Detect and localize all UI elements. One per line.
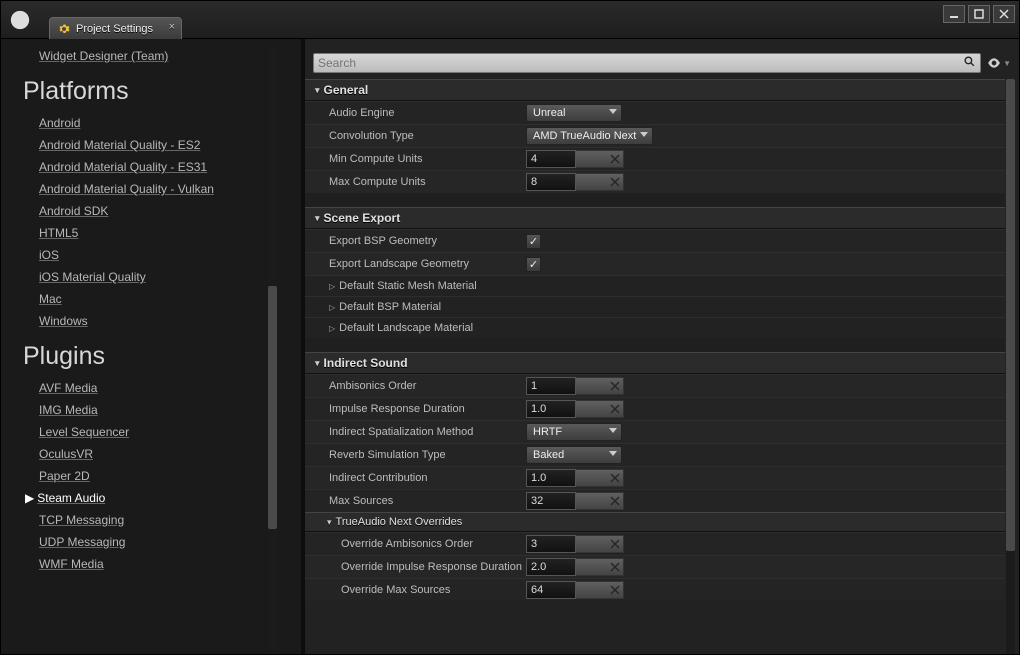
prop-override-impulse-label: Override Impulse Response Duration [305,561,526,573]
prop-max-sources-spinner[interactable]: 32 [526,492,626,510]
expand-icon: ▷ [329,324,335,333]
category-indirect-sound[interactable]: ▾ Indirect Sound [305,352,1005,374]
expand-icon: ▷ [329,303,335,312]
subcategory-tan-overrides[interactable]: ▾ TrueAudio Next Overrides [305,512,1005,532]
sidebar-item-android-es31[interactable]: Android Material Quality - ES31 [39,156,301,178]
prop-spatialization-label: Indirect Spatialization Method [305,426,526,438]
sidebar-item-udp-messaging[interactable]: UDP Messaging [39,531,301,553]
sidebar-item-oculusvr[interactable]: OculusVR [39,443,301,465]
prop-default-landscape[interactable]: ▷Default Landscape Material [305,317,1005,338]
collapse-icon: ▾ [315,85,320,96]
prop-reverb-label: Reverb Simulation Type [305,449,526,461]
sidebar-item-android[interactable]: Android [39,112,301,134]
sidebar-item-android-es2[interactable]: Android Material Quality - ES2 [39,134,301,156]
prop-convolution-label: Convolution Type [305,130,526,142]
category-general[interactable]: ▾ General [305,79,1005,101]
prop-reverb-dropdown[interactable]: Baked [526,446,622,464]
window-controls [943,5,1015,23]
sidebar-item-html5[interactable]: HTML5 [39,222,301,244]
sidebar-item-avf-media[interactable]: AVF Media [39,377,301,399]
collapse-icon: ▾ [315,358,320,369]
tab-label: Project Settings [76,23,153,35]
sidebar-item-wmf-media[interactable]: WMF Media [39,553,301,575]
chevron-down-icon: ▼ [1003,59,1011,68]
sidebar-item-tcp-messaging[interactable]: TCP Messaging [39,509,301,531]
search-icon [963,55,976,71]
gear-icon [58,23,70,35]
prop-min-compute-spinner[interactable]: 4 [526,150,626,168]
sidebar-item-windows[interactable]: Windows [39,310,301,332]
sidebar-scrollbar[interactable] [268,43,277,650]
prop-export-landscape-checkbox[interactable] [526,257,541,272]
details-panel: ▼ ▾ General Audio EngineUnreal Convolutio… [305,39,1019,654]
prop-max-sources-label: Max Sources [305,495,526,507]
prop-min-compute-label: Min Compute Units [305,153,526,165]
search-field[interactable] [318,56,963,70]
prop-ambisonics-spinner[interactable]: 1 [526,377,626,395]
prop-impulse-label: Impulse Response Duration [305,403,526,415]
category-label: Scene Export [324,211,401,225]
prop-spatialization-dropdown[interactable]: HRTF [526,423,622,441]
prop-override-ambisonics-spinner[interactable]: 3 [526,535,626,553]
expand-icon: ▷ [329,282,335,291]
sidebar-item-ios[interactable]: iOS [39,244,301,266]
minimize-button[interactable] [943,5,965,23]
prop-convolution-dropdown[interactable]: AMD TrueAudio Next [526,127,653,145]
details-scrollbar[interactable] [1006,79,1015,654]
sidebar-section-plugins: Plugins [23,342,301,371]
sidebar-item-mac[interactable]: Mac [39,288,301,310]
prop-export-landscape-label: Export Landscape Geometry [305,258,526,270]
close-button[interactable] [993,5,1015,23]
collapse-icon: ▾ [327,517,332,528]
prop-override-impulse-spinner[interactable]: 2.0 [526,558,626,576]
sidebar-item-steam-audio[interactable]: ▶Steam Audio [39,487,301,509]
category-label: General [324,83,369,97]
prop-export-bsp-checkbox[interactable] [526,234,541,249]
sidebar-item-android-vulkan[interactable]: Android Material Quality - Vulkan [39,178,301,200]
search-input[interactable] [313,53,981,73]
chevron-right-icon: ▶ [25,491,34,505]
view-options-button[interactable]: ▼ [987,54,1011,72]
sidebar-section-platforms: Platforms [23,77,301,106]
tab-project-settings[interactable]: Project Settings × [49,17,182,39]
prop-max-compute-label: Max Compute Units [305,176,526,188]
prop-audio-engine-label: Audio Engine [305,107,526,119]
prop-override-max-sources-label: Override Max Sources [305,584,526,596]
category-label: TrueAudio Next Overrides [336,516,463,528]
unreal-logo-icon [1,1,39,39]
titlebar: Project Settings × [1,1,1019,39]
prop-ambisonics-label: Ambisonics Order [305,380,526,392]
sidebar-item-ios-mq[interactable]: iOS Material Quality [39,266,301,288]
maximize-button[interactable] [968,5,990,23]
sidebar-item-label: Steam Audio [37,491,105,505]
prop-override-ambisonics-label: Override Ambisonics Order [305,538,526,550]
collapse-icon: ▾ [315,213,320,224]
prop-contribution-label: Indirect Contribution [305,472,526,484]
prop-override-max-sources-spinner[interactable]: 64 [526,581,626,599]
prop-impulse-spinner[interactable]: 1.0 [526,400,626,418]
prop-default-bsp[interactable]: ▷Default BSP Material [305,296,1005,317]
close-icon[interactable]: × [169,21,175,33]
sidebar-item-paper2d[interactable]: Paper 2D [39,465,301,487]
sidebar-item-level-sequencer[interactable]: Level Sequencer [39,421,301,443]
sidebar: Widget Designer (Team) Platforms Android… [1,39,301,654]
sidebar-item-widget-designer[interactable]: Widget Designer (Team) [39,45,301,67]
prop-max-compute-spinner[interactable]: 8 [526,173,626,191]
prop-default-static-mesh[interactable]: ▷Default Static Mesh Material [305,275,1005,296]
category-label: Indirect Sound [324,356,408,370]
prop-export-bsp-label: Export BSP Geometry [305,235,526,247]
sidebar-item-img-media[interactable]: IMG Media [39,399,301,421]
prop-contribution-spinner[interactable]: 1.0 [526,469,626,487]
prop-audio-engine-dropdown[interactable]: Unreal [526,104,622,122]
sidebar-item-android-sdk[interactable]: Android SDK [39,200,301,222]
tab-strip: Project Settings × [49,1,182,39]
category-scene-export[interactable]: ▾ Scene Export [305,207,1005,229]
